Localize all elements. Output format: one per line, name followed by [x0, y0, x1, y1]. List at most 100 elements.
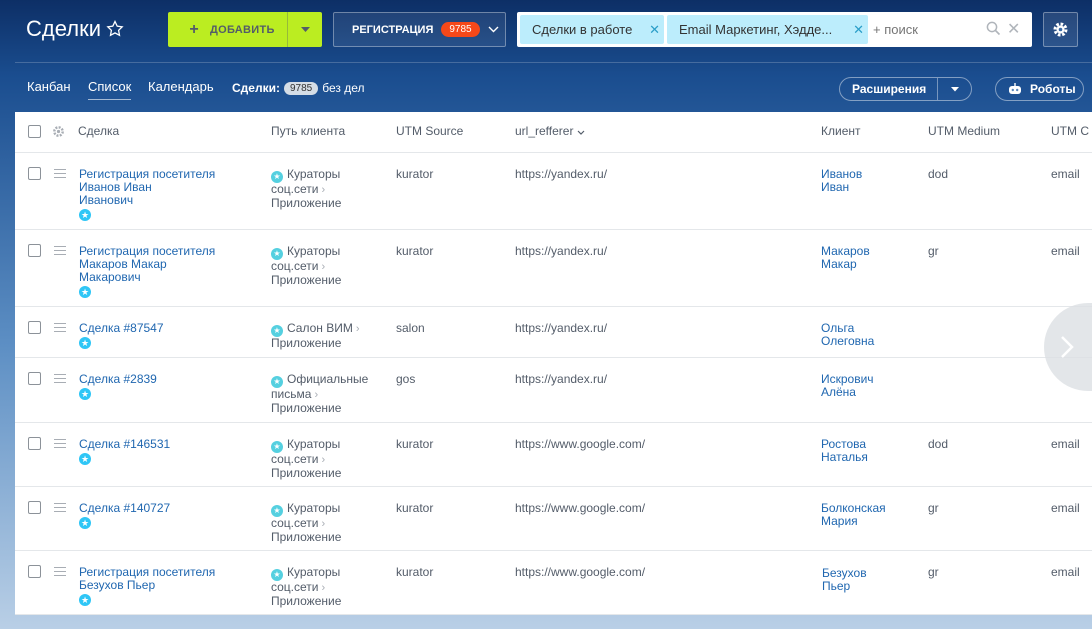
- client-link[interactable]: Иван: [821, 181, 862, 194]
- path-step: ★ Кураторы: [271, 168, 381, 183]
- deal-cell: Сделка #140727 ★: [79, 502, 259, 529]
- utm-source-cell: kurator: [396, 167, 434, 181]
- column-header-client[interactable]: Клиент: [821, 124, 861, 138]
- deal-link[interactable]: Сделка #2839: [79, 373, 259, 386]
- gear-icon[interactable]: [52, 125, 65, 138]
- drag-handle-icon[interactable]: [54, 246, 66, 258]
- client-link[interactable]: Алёна: [821, 386, 874, 399]
- row-checkbox[interactable]: [28, 244, 41, 257]
- row-checkbox[interactable]: [28, 372, 41, 385]
- drag-handle-icon[interactable]: [54, 374, 66, 386]
- client-link[interactable]: Наталья: [821, 451, 868, 464]
- table-row[interactable]: Сделка #146531 ★ ★ Кураторы соц.сети › Прилож…: [15, 423, 1092, 487]
- search-input[interactable]: [873, 18, 983, 40]
- path-step-label: Приложение: [271, 401, 342, 415]
- star-icon: ★: [79, 286, 91, 298]
- row-checkbox[interactable]: [28, 321, 41, 334]
- view-bar: Канбан Список Календарь Сделки: 9785 без…: [0, 64, 1092, 112]
- deal-link[interactable]: Макарович: [79, 271, 259, 284]
- deal-link[interactable]: Безухов Пьер: [79, 579, 259, 592]
- robots-button[interactable]: Роботы: [995, 77, 1084, 101]
- path-step-label: письма: [271, 387, 312, 401]
- page-title: Сделки: [26, 16, 101, 41]
- extensions-label: Расширения: [852, 82, 927, 96]
- client-link[interactable]: Олеговна: [821, 335, 874, 348]
- table-row[interactable]: Регистрация посетителя Иванов Иван Иванови…: [15, 153, 1092, 230]
- path-step: ★ Кураторы: [271, 502, 381, 517]
- client-link[interactable]: Пьер: [822, 580, 867, 593]
- deals-count-suffix: без дел: [322, 81, 365, 95]
- settings-button[interactable]: [1043, 12, 1078, 47]
- path-step: Приложение: [271, 337, 381, 350]
- path-step: соц.сети ›: [271, 517, 381, 531]
- filter-chip[interactable]: Email Маркетинг, Хэдде... ✕: [667, 15, 868, 44]
- tab-list[interactable]: Список: [88, 79, 132, 100]
- column-header-url-refferer[interactable]: url_refferer: [515, 124, 585, 138]
- path-step: письма ›: [271, 388, 381, 402]
- add-dropdown-button[interactable]: [287, 12, 322, 47]
- table-row[interactable]: Сделка #140727 ★ ★ Кураторы соц.сети › Прилож…: [15, 487, 1092, 551]
- drag-handle-icon[interactable]: [54, 503, 66, 515]
- utm-medium-cell: dod: [928, 167, 949, 181]
- deal-cell: Сделка #2839 ★: [79, 373, 259, 400]
- registration-button[interactable]: РЕГИСТРАЦИЯ 9785: [333, 12, 506, 47]
- caret-down-icon: [300, 26, 310, 32]
- drag-handle-icon[interactable]: [54, 323, 66, 335]
- filter-chip[interactable]: Сделки в работе ✕: [520, 15, 664, 44]
- tab-calendar[interactable]: Календарь: [148, 79, 214, 94]
- drag-handle-icon[interactable]: [54, 567, 66, 579]
- column-header-path[interactable]: Путь клиента: [271, 124, 345, 138]
- caret-down-icon: [950, 86, 959, 91]
- row-checkbox[interactable]: [28, 167, 41, 180]
- path-step-label: Приложение: [271, 196, 342, 210]
- chevron-right-icon: ›: [318, 518, 326, 530]
- client-link[interactable]: Макар: [821, 258, 870, 271]
- path-step-label: Салон ВИМ: [287, 321, 353, 335]
- deals-count-label: Сделки:: [232, 81, 280, 95]
- close-icon[interactable]: ✕: [853, 22, 864, 38]
- table-row[interactable]: Регистрация посетителя Безухов Пьер ★ ★ Кура…: [15, 551, 1092, 615]
- path-step-label: Официальные: [287, 372, 369, 386]
- select-all-checkbox[interactable]: [28, 125, 41, 138]
- column-header-utm-medium[interactable]: UTM Medium: [928, 124, 1000, 138]
- star-icon[interactable]: [106, 20, 124, 38]
- search-icon[interactable]: [986, 21, 1001, 36]
- table-row[interactable]: Сделка #87547 ★ ★ Салон ВИМ › Приложение salo…: [15, 307, 1092, 358]
- add-button[interactable]: + ДОБАВИТЬ: [168, 12, 322, 47]
- chevron-right-icon: ›: [318, 184, 326, 196]
- url-refferer-cell: https://yandex.ru/: [515, 244, 608, 258]
- close-icon[interactable]: ✕: [649, 22, 660, 38]
- table-row[interactable]: Регистрация посетителя Макаров Макар Макар…: [15, 230, 1092, 307]
- deal-link[interactable]: Сделка #140727: [79, 502, 259, 515]
- path-step: Приложение: [271, 595, 381, 608]
- client-path-cell: ★ Кураторы соц.сети › Приложение: [271, 438, 381, 480]
- column-header-utm-source[interactable]: UTM Source: [396, 124, 463, 138]
- deal-link[interactable]: Сделка #87547: [79, 322, 259, 335]
- chevron-right-icon: ›: [352, 323, 360, 335]
- path-step: ★ Кураторы: [271, 566, 381, 581]
- extensions-button[interactable]: Расширения: [839, 77, 972, 101]
- tab-kanban[interactable]: Канбан: [27, 79, 71, 94]
- column-header-utm-campaign[interactable]: UTM C: [1051, 124, 1089, 138]
- filter-search-box[interactable]: Сделки в работе ✕ Email Маркетинг, Хэдде…: [517, 12, 1032, 47]
- url-refferer-cell: https://www.google.com/: [515, 437, 646, 451]
- row-checkbox[interactable]: [28, 501, 41, 514]
- deals-grid: Сделка Путь клиента UTM Source url_reffe…: [15, 112, 1092, 615]
- deal-link[interactable]: Сделка #146531: [79, 438, 259, 451]
- path-step: Приложение: [271, 197, 381, 210]
- path-step: Приложение: [271, 274, 381, 287]
- deal-link[interactable]: Иванович: [79, 194, 259, 207]
- table-row[interactable]: Сделка #2839 ★ ★ Официальные письма › Приложе…: [15, 358, 1092, 423]
- column-header-deal[interactable]: Сделка: [78, 124, 119, 138]
- drag-handle-icon[interactable]: [54, 169, 66, 181]
- column-header-url-refferer-label: url_refferer: [515, 124, 574, 138]
- row-checkbox[interactable]: [28, 437, 41, 450]
- client-cell: Искрович Алёна: [821, 373, 874, 399]
- row-checkbox[interactable]: [28, 565, 41, 578]
- extensions-dropdown[interactable]: [937, 78, 971, 100]
- utm-medium-cell: gr: [928, 565, 939, 579]
- clear-icon[interactable]: ✕: [1007, 19, 1020, 39]
- client-link[interactable]: Мария: [821, 515, 886, 528]
- drag-handle-icon[interactable]: [54, 439, 66, 451]
- chevron-right-icon: ›: [318, 261, 326, 273]
